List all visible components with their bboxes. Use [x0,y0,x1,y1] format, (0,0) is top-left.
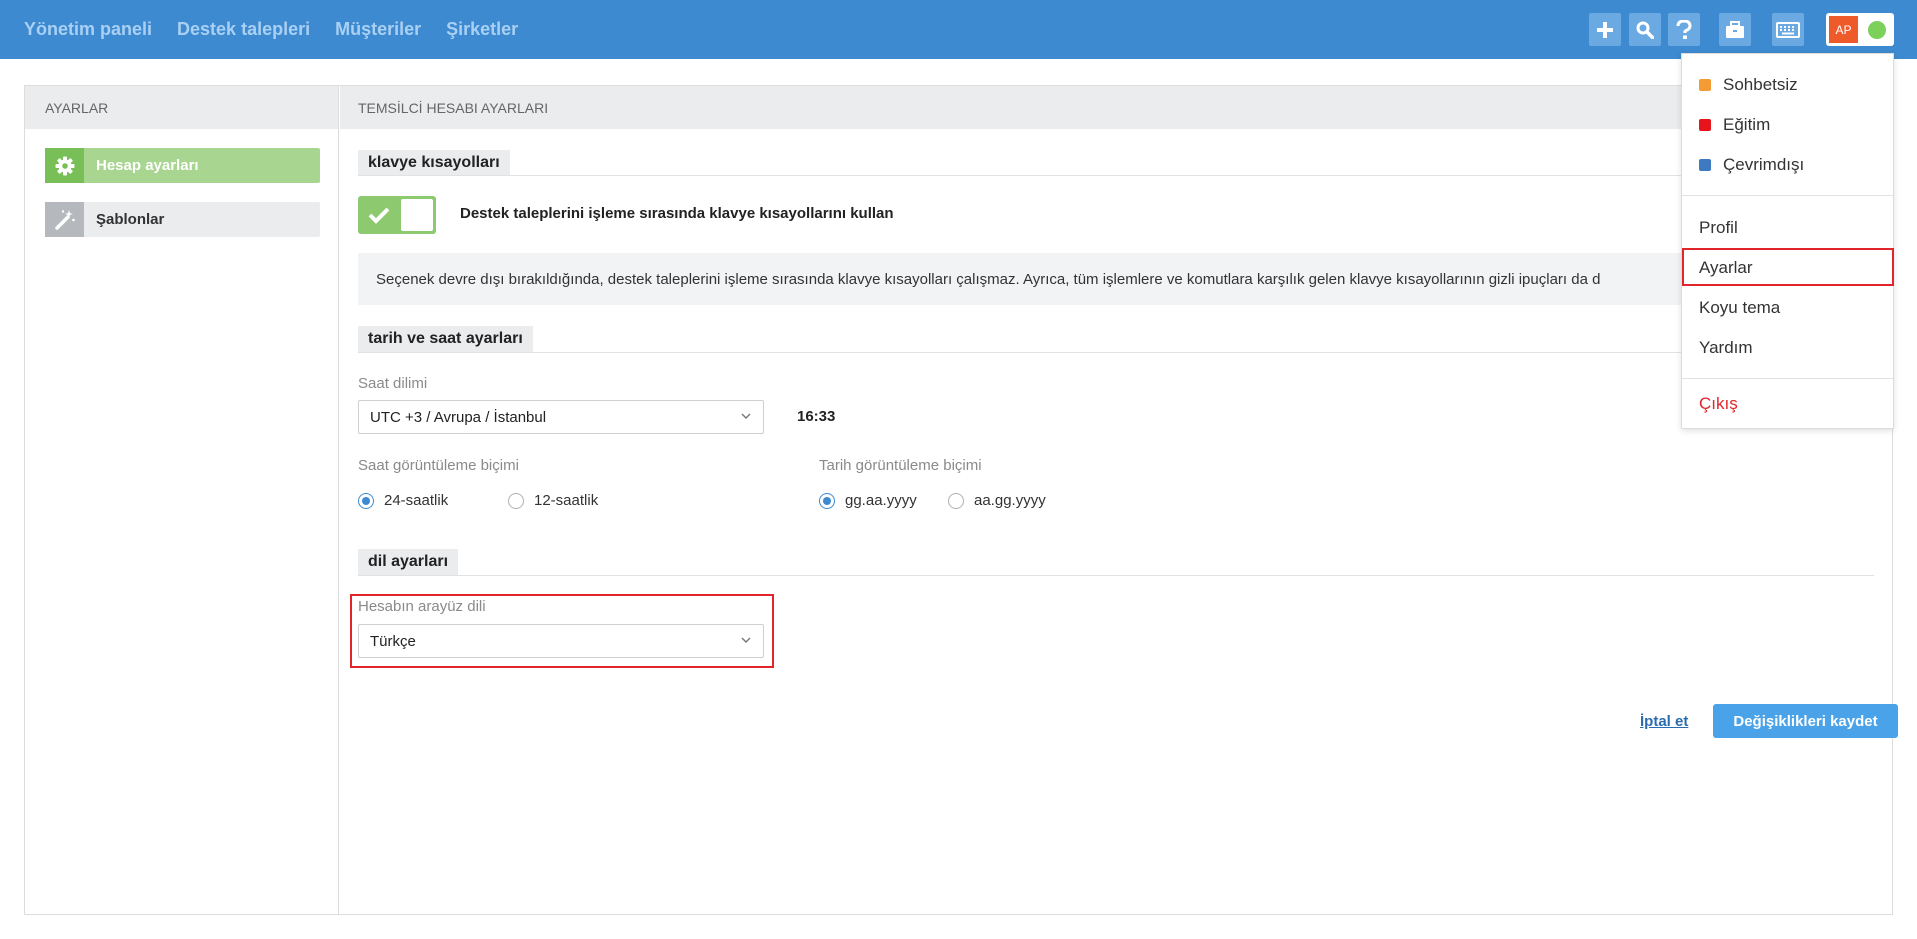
time-format-label: Saat görüntüleme biçimi [358,457,519,474]
language-highlight-box [350,594,774,668]
sidebar-heading: AYARLAR [25,86,338,129]
keyboard-info-text: Seçenek devre dışı bırakıldığında, deste… [358,253,1874,305]
radio-button[interactable] [948,492,964,509]
timezone-label: Saat dilimi [358,375,428,392]
user-dropdown-menu: Sohbetsiz Eğitim Çevrimdışı Profil Ayarl… [1681,53,1894,429]
status-color-square [1699,79,1711,91]
radio-label: gg.aa.yyyy [845,492,917,509]
datetime-section-title: tarih ve saat ayarları [358,326,533,352]
menu-divider [1682,195,1893,196]
menu-item-profile[interactable]: Profil [1682,210,1893,246]
nav-dashboard[interactable]: Yönetim paneli [24,19,152,40]
keyboard-toggle-label: Destek taleplerini işleme sırasında klav… [460,205,894,222]
briefcase-icon [1726,20,1744,38]
online-status-dot [1868,21,1886,39]
top-bar: Yönetim paneli Destek talepleri Müşteril… [0,0,1917,59]
sidebar-item-label: Şablonlar [96,211,165,228]
status-offline[interactable]: Çevrimdışı [1682,147,1893,183]
content-heading: TEMSİLCİ HESABI AYARLARI [340,86,1892,129]
gear-icon [45,148,84,183]
radio-label: aa.gg.yyyy [974,492,1046,509]
nav-companies[interactable]: Şirketler [446,19,518,40]
nav-tickets[interactable]: Destek talepleri [177,19,310,40]
settings-sidebar: AYARLAR Hesap ayarları Şablonlar [25,86,339,914]
status-color-square [1699,159,1711,171]
help-button[interactable] [1668,13,1700,46]
search-button[interactable] [1629,13,1661,46]
settings-content: TEMSİLCİ HESABI AYARLARI klavye kısayoll… [340,86,1898,914]
keyboard-icon [1776,21,1800,38]
menu-divider [1682,378,1893,379]
toggle-knob [401,199,433,231]
keyboard-section-title: klavye kısayolları [358,150,510,176]
menu-item-help[interactable]: Yardım [1682,330,1893,366]
keyboard-button[interactable] [1772,13,1804,46]
status-training[interactable]: Eğitim [1682,107,1893,143]
radio-button[interactable] [819,492,835,509]
current-time: 16:33 [797,408,836,425]
search-icon [1636,21,1654,39]
cancel-link[interactable]: İptal et [1640,713,1688,730]
sidebar-item-account-settings[interactable]: Hesap ayarları [45,148,320,183]
keyboard-shortcuts-toggle[interactable] [358,196,436,234]
magic-wand-icon [45,202,84,237]
add-button[interactable] [1589,13,1621,46]
sidebar-item-label: Hesap ayarları [96,157,199,174]
date-format-ddmmyyyy-option[interactable]: gg.aa.yyyy [819,492,917,509]
timezone-value: UTC +3 / Avrupa / İstanbul [370,408,547,426]
radio-label: 24-saatlik [384,492,449,509]
check-icon [368,207,390,224]
radio-button[interactable] [358,492,374,509]
status-color-square [1699,119,1711,131]
status-label: Çevrimdışı [1723,155,1805,174]
timezone-select[interactable]: UTC +3 / Avrupa / İstanbul [358,400,764,434]
menu-item-dark-theme[interactable]: Koyu tema [1682,290,1893,326]
sidebar-item-templates[interactable]: Şablonlar [45,202,320,237]
status-label: Sohbetsiz [1723,75,1798,94]
user-menu-toggle[interactable]: AP [1826,13,1894,46]
radio-label: 12-saatlik [534,492,599,509]
settings-panel: AYARLAR Hesap ayarları Şablonlar TEMSİLC… [24,85,1898,915]
avatar: AP [1829,16,1858,43]
divider [358,352,1874,353]
date-format-label: Tarih görüntüleme biçimi [819,457,982,474]
save-changes-button[interactable]: Değişiklikleri kaydet [1713,704,1898,738]
divider [358,175,1874,176]
date-format-mmddyyyy-option[interactable]: aa.gg.yyyy [948,492,1046,509]
menu-item-logout[interactable]: Çıkış [1682,386,1893,422]
top-nav: Yönetim paneli Destek talepleri Müşteril… [24,0,518,59]
plus-icon [1597,21,1613,38]
radio-button[interactable] [508,492,524,509]
language-section-title: dil ayarları [358,549,459,575]
divider [358,575,1874,576]
nav-customers[interactable]: Müşteriler [335,19,421,40]
status-no-chat[interactable]: Sohbetsiz [1682,67,1893,103]
status-label: Eğitim [1723,115,1771,134]
time-format-12h-option[interactable]: 12-saatlik [508,492,598,509]
help-icon [1676,19,1692,39]
briefcase-button[interactable] [1719,13,1751,46]
settings-highlight-box [1682,248,1894,286]
chevron-down-icon [741,413,751,419]
time-format-24h-option[interactable]: 24-saatlik [358,492,448,509]
